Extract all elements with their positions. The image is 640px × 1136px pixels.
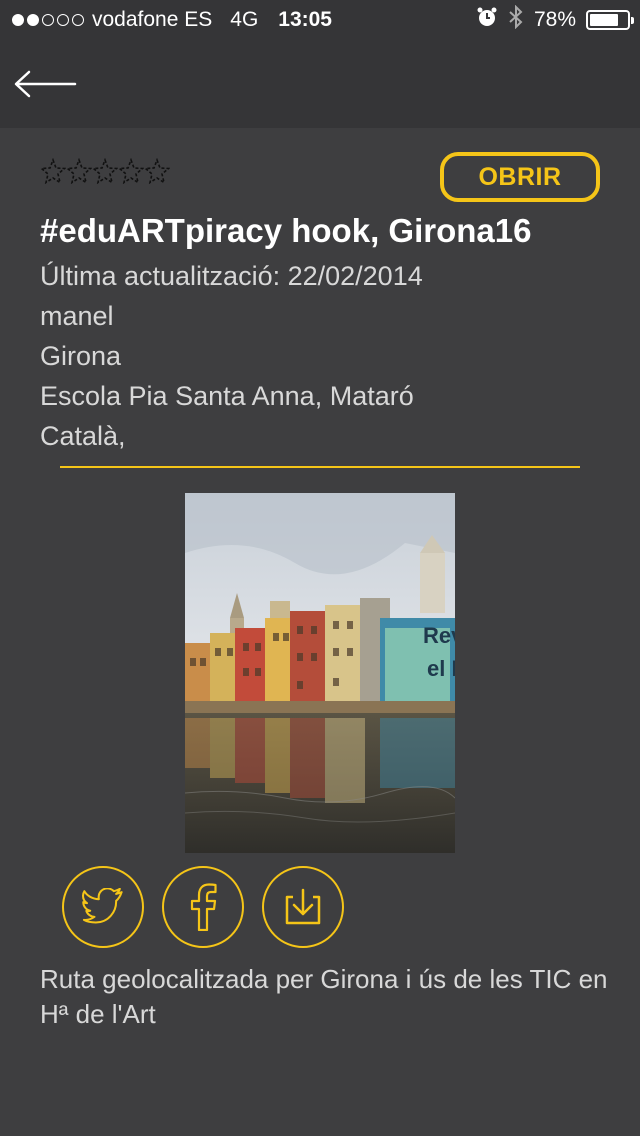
svg-text:Revi: Revi	[423, 623, 455, 648]
back-arrow-icon	[14, 70, 77, 98]
battery-percent: 78%	[533, 8, 576, 31]
open-button[interactable]: OBRIR	[440, 152, 600, 202]
detail-content: OBRIR #eduARTpiracy hook, Girona16 Últim…	[0, 128, 640, 1136]
route-title: #eduARTpiracy hook, Girona16	[40, 212, 532, 249]
star-icon[interactable]	[144, 158, 170, 184]
bluetooth-icon	[508, 4, 524, 35]
facebook-icon	[190, 883, 217, 931]
nav-bar	[0, 40, 640, 128]
route-description: Ruta geolocalitzada per Girona i ús de l…	[40, 964, 608, 1029]
location: Girona	[40, 341, 122, 371]
status-bar: vodafone ES 4G 13:05 78%	[0, 0, 640, 40]
star-icon[interactable]	[118, 158, 144, 184]
network-type: 4G	[230, 8, 259, 31]
rating-stars	[40, 158, 170, 184]
status-time: 13:05	[278, 8, 332, 31]
twitter-icon	[81, 888, 123, 924]
school: Escola Pia Santa Anna, Mataró	[40, 381, 414, 411]
author: manel	[40, 301, 114, 331]
alarm-icon	[476, 6, 498, 34]
star-icon[interactable]	[92, 158, 118, 184]
download-button[interactable]	[262, 866, 344, 948]
share-row	[62, 866, 344, 948]
last-updated: Última actualització: 22/02/2014	[40, 261, 423, 291]
back-button[interactable]	[12, 62, 78, 106]
signal-strength-icon	[12, 14, 84, 26]
download-icon	[285, 888, 321, 925]
star-icon[interactable]	[40, 158, 66, 184]
svg-text:el B: el B	[427, 656, 455, 681]
facebook-share-button[interactable]	[162, 866, 244, 948]
route-photo: Revi el B	[185, 493, 455, 853]
language: Català,	[40, 421, 126, 451]
twitter-share-button[interactable]	[62, 866, 144, 948]
route-info: Última actualització: 22/02/2014 manel G…	[40, 256, 620, 456]
battery-icon	[586, 10, 634, 30]
carrier-name: vodafone ES	[92, 8, 213, 31]
divider	[60, 466, 580, 468]
star-icon[interactable]	[66, 158, 92, 184]
